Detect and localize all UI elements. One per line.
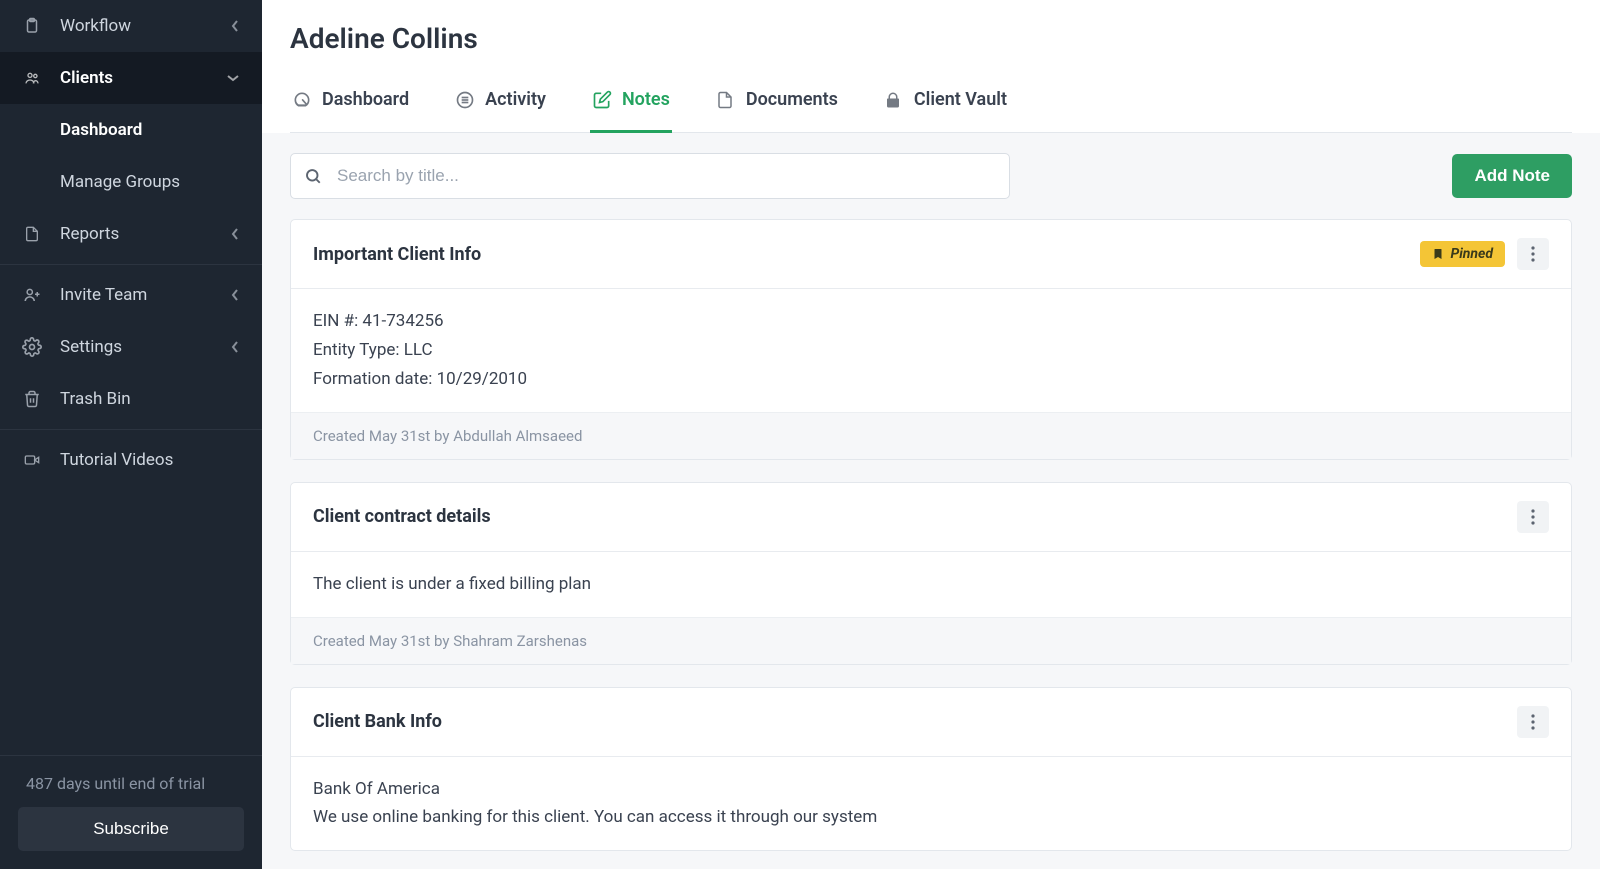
note-actions: Pinned: [1420, 238, 1549, 270]
sidebar-footer: 487 days until end of trial Subscribe: [0, 755, 262, 869]
page-title: Adeline Collins: [290, 22, 1572, 55]
note-body: The client is under a fixed billing plan: [291, 552, 1571, 617]
kebab-icon: [1531, 509, 1535, 525]
tab-label: Dashboard: [322, 89, 409, 110]
chevron-down-icon: [226, 73, 240, 83]
note-header: Important Client Info Pinned: [291, 220, 1571, 289]
note-header: Client Bank Info: [291, 688, 1571, 757]
tabs: Dashboard Activity Notes Documents: [290, 79, 1572, 133]
divider: [0, 429, 262, 430]
chevron-left-icon: [230, 227, 240, 241]
tab-dashboard[interactable]: Dashboard: [290, 79, 411, 133]
list-icon: [455, 90, 475, 110]
sidebar-item-clients-manage-groups[interactable]: Manage Groups: [0, 156, 262, 208]
sidebar-item-label: Tutorial Videos: [60, 450, 240, 470]
note-body: Bank Of America We use online banking fo…: [291, 757, 1571, 851]
note-menu-button[interactable]: [1517, 501, 1549, 533]
lock-icon: [884, 90, 904, 110]
gear-icon: [22, 337, 42, 357]
tab-label: Client Vault: [914, 89, 1007, 110]
note-title: Client contract details: [313, 506, 491, 527]
note-body: EIN #: 41-734256 Entity Type: LLC Format…: [291, 289, 1571, 412]
search-icon: [304, 167, 322, 185]
main: Adeline Collins Dashboard Activity Notes: [262, 0, 1600, 869]
trial-status: 487 days until end of trial: [18, 774, 244, 793]
pinned-label: Pinned: [1450, 246, 1493, 262]
sidebar-item-tutorial-videos[interactable]: Tutorial Videos: [0, 434, 262, 486]
tab-label: Activity: [485, 89, 546, 110]
user-plus-icon: [22, 285, 42, 305]
note-title: Important Client Info: [313, 244, 481, 265]
sidebar-item-clients-dashboard[interactable]: Dashboard: [0, 104, 262, 156]
sidebar-item-reports[interactable]: Reports: [0, 208, 262, 260]
divider: [0, 264, 262, 265]
sidebar-item-label: Manage Groups: [60, 172, 240, 192]
bookmark-icon: [1432, 247, 1444, 261]
tab-client-vault[interactable]: Client Vault: [882, 79, 1009, 133]
search-wrap: [290, 153, 1010, 199]
note-card: Important Client Info Pinned EIN #: 41-734…: [290, 219, 1572, 460]
notes-list: Important Client Info Pinned EIN #: 41-734…: [290, 219, 1572, 851]
note-header: Client contract details: [291, 483, 1571, 552]
sidebar-item-clients[interactable]: Clients: [0, 52, 262, 104]
note-meta: Created May 31st by Abdullah Almsaeed: [291, 412, 1571, 459]
search-input[interactable]: [290, 153, 1010, 199]
page-header: Adeline Collins Dashboard Activity Notes: [262, 0, 1600, 133]
note-edit-icon: [592, 90, 612, 110]
file-icon: [22, 224, 42, 244]
tab-activity[interactable]: Activity: [453, 79, 548, 133]
sidebar-item-trash-bin[interactable]: Trash Bin: [0, 373, 262, 425]
sidebar-item-label: Dashboard: [60, 120, 240, 140]
toolbar: Add Note: [290, 153, 1572, 199]
sidebar: Workflow Clients Dashboard Manage Groups…: [0, 0, 262, 869]
tab-notes[interactable]: Notes: [590, 79, 672, 133]
file-icon: [716, 90, 736, 110]
sidebar-item-label: Workflow: [60, 16, 212, 36]
sidebar-item-label: Clients: [60, 68, 208, 88]
kebab-icon: [1531, 246, 1535, 262]
kebab-icon: [1531, 714, 1535, 730]
chevron-left-icon: [230, 340, 240, 354]
sidebar-item-label: Reports: [60, 224, 212, 244]
video-icon: [22, 450, 42, 470]
chevron-left-icon: [230, 288, 240, 302]
note-menu-button[interactable]: [1517, 238, 1549, 270]
sidebar-item-label: Settings: [60, 337, 212, 357]
subscribe-button[interactable]: Subscribe: [18, 807, 244, 851]
clipboard-icon: [22, 16, 42, 36]
trash-icon: [22, 389, 42, 409]
sidebar-item-settings[interactable]: Settings: [0, 321, 262, 373]
pinned-badge: Pinned: [1420, 241, 1505, 267]
add-note-button[interactable]: Add Note: [1452, 154, 1572, 198]
note-card: Client Bank Info Bank Of America We use o…: [290, 687, 1572, 852]
note-menu-button[interactable]: [1517, 706, 1549, 738]
tab-label: Documents: [746, 89, 838, 110]
chevron-left-icon: [230, 19, 240, 33]
tab-label: Notes: [622, 89, 670, 110]
content-area: Add Note Important Client Info Pinned EIN …: [262, 133, 1600, 869]
sidebar-item-invite-team[interactable]: Invite Team: [0, 269, 262, 321]
people-icon: [22, 68, 42, 88]
sidebar-item-workflow[interactable]: Workflow: [0, 0, 262, 52]
note-card: Client contract details The client is und…: [290, 482, 1572, 665]
note-actions: [1517, 501, 1549, 533]
sidebar-item-label: Invite Team: [60, 285, 212, 305]
tab-documents[interactable]: Documents: [714, 79, 840, 133]
note-actions: [1517, 706, 1549, 738]
note-title: Client Bank Info: [313, 711, 442, 732]
dashboard-icon: [292, 90, 312, 110]
sidebar-item-label: Trash Bin: [60, 389, 240, 409]
note-meta: Created May 31st by Shahram Zarshenas: [291, 617, 1571, 664]
